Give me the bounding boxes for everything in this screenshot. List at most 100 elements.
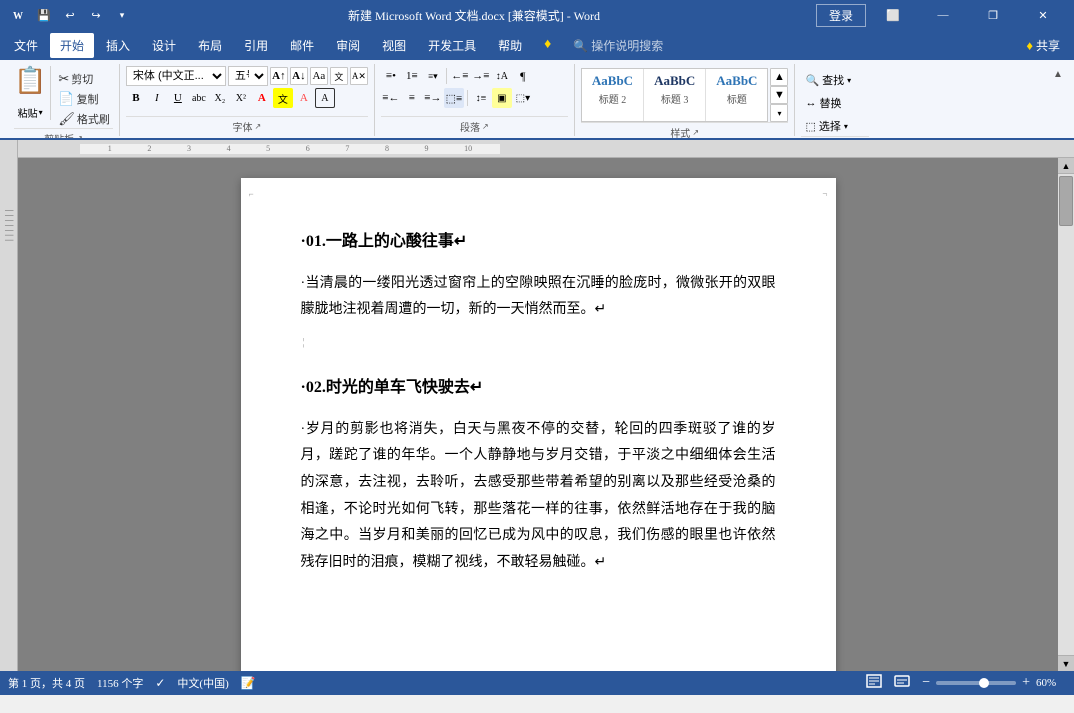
- replace-button[interactable]: ↔ 替换: [801, 93, 869, 113]
- zoom-control: − + 60%: [920, 673, 1066, 693]
- increase-indent-btn[interactable]: →≡: [471, 66, 491, 86]
- font-phonetic-btn[interactable]: 文: [330, 67, 348, 85]
- zoom-out-btn[interactable]: −: [920, 673, 932, 693]
- style-heading-btn[interactable]: AaBbC 标题: [706, 69, 767, 121]
- subscript-button[interactable]: X₂: [210, 88, 230, 108]
- scroll-up-btn[interactable]: ▲: [1058, 158, 1074, 174]
- bullet-list-btn[interactable]: ≡•: [381, 66, 401, 86]
- window-title: 新建 Microsoft Word 文档.docx [兼容模式] - Word: [132, 7, 816, 24]
- minimize-button[interactable]: —: [920, 0, 966, 30]
- login-button[interactable]: 登录: [816, 4, 866, 27]
- paragraph-2[interactable]: ·岁月的剪影也将消失，白天与黑夜不停的交替，轮回的四季斑驳了谁的岁月，蹉跎了谁的…: [301, 417, 776, 577]
- styles-gallery: AaBbC 标题 2 AaBbC 标题 3 AaBbC 标题: [581, 68, 769, 122]
- italic-button[interactable]: I: [147, 88, 167, 108]
- styles-scroll-down-btn[interactable]: ▼: [770, 86, 788, 104]
- spell-check-icon[interactable]: ✓: [155, 676, 165, 691]
- menu-developer[interactable]: 开发工具: [418, 33, 486, 58]
- menu-help[interactable]: 帮助: [488, 33, 532, 58]
- style-heading2-btn[interactable]: AaBbC 标题 2: [582, 69, 644, 121]
- number-list-btn[interactable]: 1≡: [402, 66, 422, 86]
- search-box[interactable]: 🔍 操作说明搜索: [563, 33, 1014, 58]
- font-name-select[interactable]: 宋体 (中文正...: [126, 66, 226, 86]
- paste-icon: 📋: [14, 68, 46, 94]
- menu-mailings[interactable]: 邮件: [280, 33, 324, 58]
- styles-expand-icon[interactable]: ↗: [692, 128, 699, 137]
- border-btn[interactable]: ⬚▾: [513, 88, 533, 108]
- zoom-in-btn[interactable]: +: [1020, 673, 1032, 693]
- align-right-btn[interactable]: ≡→: [423, 88, 443, 108]
- menu-review[interactable]: 审阅: [326, 33, 370, 58]
- paragraph-1[interactable]: ·当清晨的一缕阳光透过窗帘上的空隙映照在沉睡的脸庞时，微微张开的双眼朦胧地注视着…: [301, 271, 776, 324]
- font-fill-btn[interactable]: A: [294, 88, 314, 108]
- word-icon[interactable]: W: [8, 5, 28, 25]
- format-painter-button[interactable]: 🖌格式刷: [55, 110, 113, 128]
- word-count[interactable]: 1156 个字: [97, 675, 143, 691]
- web-layout-btn[interactable]: [892, 672, 912, 694]
- find-button[interactable]: 🔍 查找 ▾: [801, 70, 869, 90]
- menu-view[interactable]: 视图: [372, 33, 416, 58]
- select-button[interactable]: ⬚ 选择 ▾: [801, 116, 869, 136]
- undo-quick-btn[interactable]: ↩: [60, 5, 80, 25]
- menu-layout[interactable]: 布局: [188, 33, 232, 58]
- justify-btn[interactable]: ⬚≡: [444, 88, 464, 108]
- clear-format-btn[interactable]: A✕: [350, 67, 368, 85]
- style-heading3-btn[interactable]: AaBbC 标题 3: [644, 69, 706, 121]
- share-btn[interactable]: ♦ 共享: [1016, 33, 1070, 58]
- language[interactable]: 中文(中国): [177, 675, 228, 691]
- font-group: 宋体 (中文正... 五号 A↑ A↓ Aa 文 A✕ B I U abc: [120, 64, 375, 136]
- line-spacing-btn[interactable]: ↕≡: [471, 88, 491, 108]
- scroll-down-btn[interactable]: ▼: [1058, 655, 1074, 671]
- close-button[interactable]: ✕: [1020, 0, 1066, 30]
- replace-label: 替换: [819, 95, 841, 111]
- menu-insert[interactable]: 插入: [96, 33, 140, 58]
- cut-button[interactable]: ✂剪切: [55, 70, 113, 88]
- align-center-btn[interactable]: ≡: [402, 88, 422, 108]
- track-changes-icon[interactable]: 📝: [241, 676, 256, 691]
- font-expand-icon[interactable]: ↗: [255, 122, 262, 131]
- superscript-button[interactable]: X²: [231, 88, 251, 108]
- page-count[interactable]: 第 1 页，共 4 页: [8, 675, 85, 691]
- print-layout-btn[interactable]: [864, 672, 884, 694]
- styles-scroll-up-btn[interactable]: ▲: [770, 68, 788, 86]
- sort-btn[interactable]: ↕A: [492, 66, 512, 86]
- document-page: ⌐ ¬ ·01.一路上的心酸往事↵ ·当清晨的一缕阳光透过窗帘上的空隙映照在沉睡…: [241, 178, 836, 671]
- heading-2[interactable]: ·02.时光的单车飞快驶去↵: [301, 374, 776, 403]
- scroll-thumb[interactable]: [1059, 176, 1073, 226]
- customize-quick-btn[interactable]: ▾: [112, 5, 132, 25]
- bold-button[interactable]: B: [126, 88, 146, 108]
- font-increase-btn[interactable]: A↑: [270, 67, 288, 85]
- char-border-btn[interactable]: A: [315, 88, 335, 108]
- vertical-scrollbar[interactable]: ▲ ▼: [1058, 158, 1074, 671]
- redo-quick-btn[interactable]: ↪: [86, 5, 106, 25]
- shading-btn[interactable]: ▣: [492, 88, 512, 108]
- save-quick-btn[interactable]: 💾: [34, 5, 54, 25]
- show-marks-btn[interactable]: ¶: [513, 66, 533, 86]
- decrease-indent-btn[interactable]: ←≡: [450, 66, 470, 86]
- multilevel-list-btn[interactable]: ≡▾: [423, 66, 443, 86]
- vertical-ruler: │││││││: [0, 140, 18, 671]
- heading-1[interactable]: ·01.一路上的心酸往事↵: [301, 228, 776, 257]
- menu-references[interactable]: 引用: [234, 33, 278, 58]
- paragraph-expand-icon[interactable]: ↗: [482, 122, 489, 131]
- font-case-btn[interactable]: Aa: [310, 67, 328, 85]
- maximize-button[interactable]: ❐: [970, 0, 1016, 30]
- zoom-slider[interactable]: [936, 681, 1016, 685]
- font-decrease-btn[interactable]: A↓: [290, 67, 308, 85]
- document-scroll-area[interactable]: ⌐ ¬ ·01.一路上的心酸往事↵ ·当清晨的一缕阳光透过窗帘上的空隙映照在沉睡…: [18, 158, 1058, 671]
- menu-design[interactable]: 设计: [142, 33, 186, 58]
- styles-more-btn[interactable]: ▾: [770, 104, 788, 122]
- highlight-btn[interactable]: 文: [273, 88, 293, 108]
- strikethrough-button[interactable]: abc: [189, 88, 209, 108]
- font-color-btn[interactable]: A: [252, 88, 272, 108]
- zoom-level[interactable]: 60%: [1036, 677, 1066, 689]
- copy-button[interactable]: 📄复制: [55, 90, 113, 108]
- menu-file[interactable]: 文件: [4, 33, 48, 58]
- underline-button[interactable]: U: [168, 88, 188, 108]
- font-size-select[interactable]: 五号: [228, 66, 268, 86]
- menu-home[interactable]: 开始: [50, 33, 94, 58]
- restore-button[interactable]: ⬜: [870, 0, 916, 30]
- align-left-btn[interactable]: ≡←: [381, 88, 401, 108]
- menu-diamond[interactable]: ♦: [534, 33, 561, 57]
- ribbon-collapse-btn[interactable]: ▲: [1050, 64, 1066, 82]
- paste-button[interactable]: 📋 粘贴▾: [14, 66, 51, 120]
